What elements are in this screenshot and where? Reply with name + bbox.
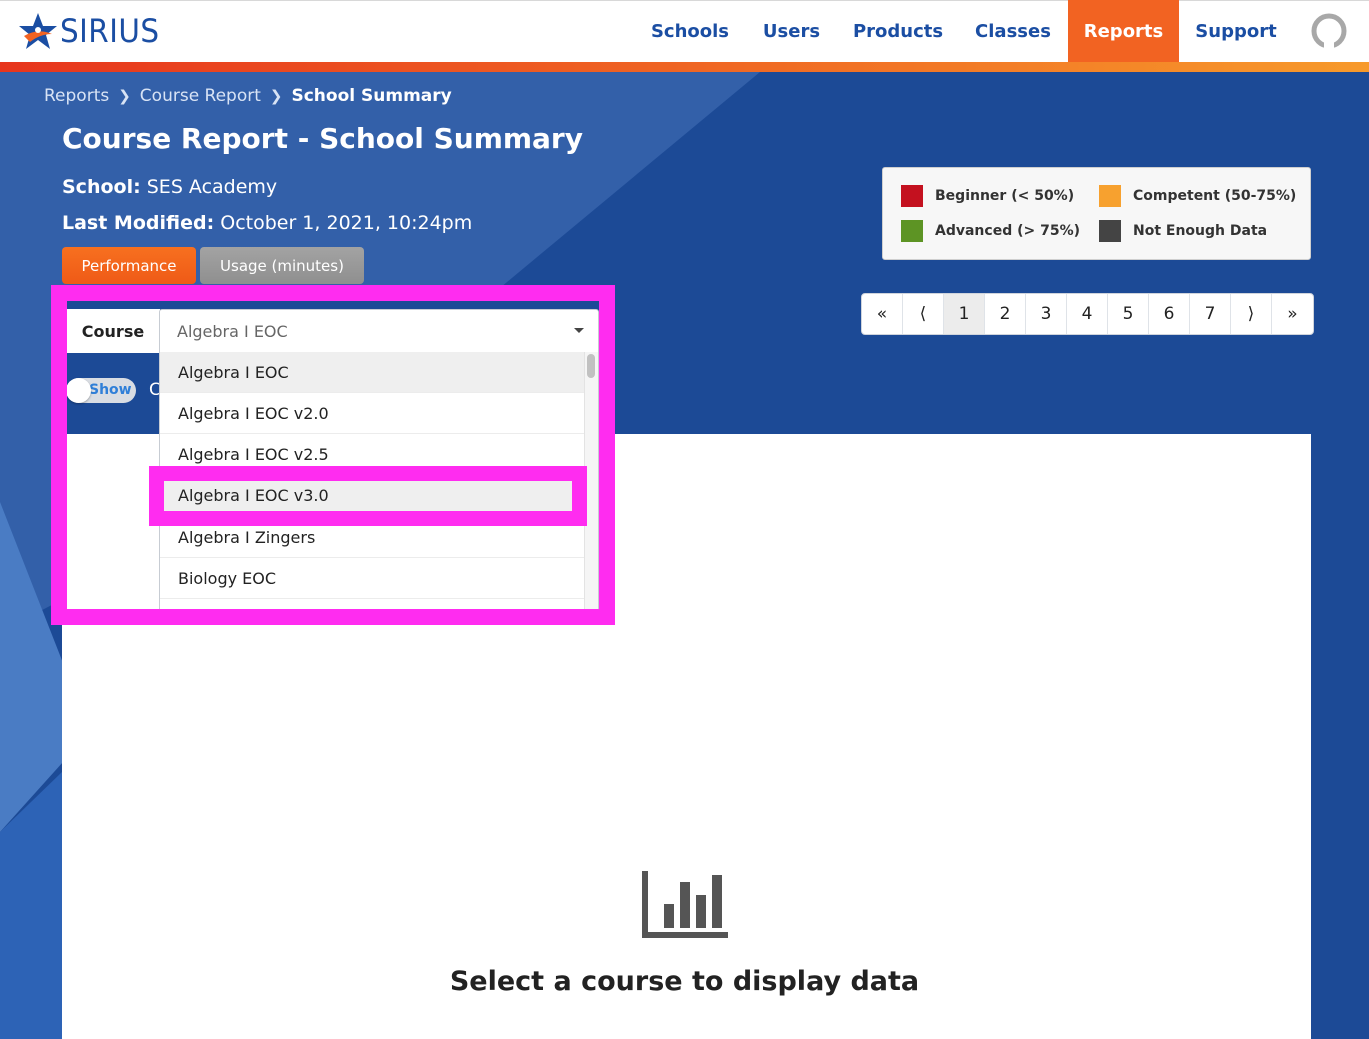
brand-name: SIRIUS [60, 12, 160, 50]
course-select-value: Algebra I EOC [177, 321, 288, 341]
course-dropdown-list: Algebra I EOC Algebra I EOC v2.0 Algebra… [159, 352, 599, 610]
toggle-label: Show [89, 382, 132, 398]
scrollbar-thumb[interactable] [587, 354, 595, 378]
legend-competent: Competent (50-75%) [1099, 185, 1296, 207]
breadcrumb: Reports ❯ Course Report ❯ School Summary [44, 84, 452, 108]
page-5-button[interactable]: 5 [1108, 294, 1149, 334]
last-modified-value: October 1, 2021, 10:24pm [220, 212, 473, 234]
nav-products[interactable]: Products [840, 0, 956, 62]
tab-usage[interactable]: Usage (minutes) [200, 247, 364, 284]
course-option[interactable]: Biology EOC [160, 558, 585, 599]
user-avatar-icon[interactable] [1311, 13, 1347, 49]
breadcrumb-course-report[interactable]: Course Report [140, 86, 261, 106]
show-toggle[interactable]: Show [66, 378, 136, 403]
breadcrumb-reports[interactable]: Reports [44, 86, 109, 106]
page-title: Course Report - School Summary [62, 122, 583, 155]
last-modified-info: Last Modified: October 1, 2021, 10:24pm [62, 212, 472, 234]
bar-chart-icon [642, 871, 728, 938]
course-option[interactable]: Algebra I EOC v2.5 [160, 434, 585, 475]
chevron-right-icon: ❯ [269, 87, 283, 105]
school-value: SES Academy [146, 176, 278, 198]
page-last-button[interactable]: » [1272, 294, 1313, 334]
legend-swatch [1099, 185, 1121, 207]
course-option[interactable]: Algebra I Zingers [160, 517, 585, 558]
dropdown-scrollbar[interactable] [584, 352, 598, 609]
nav-users[interactable]: Users [748, 0, 835, 62]
page-prev-button[interactable]: ⟨ [903, 294, 944, 334]
caret-down-icon [574, 328, 584, 333]
nav-support[interactable]: Support [1181, 0, 1291, 62]
nav-schools[interactable]: Schools [636, 0, 744, 62]
nav-reports[interactable]: Reports [1068, 0, 1179, 62]
page-6-button[interactable]: 6 [1149, 294, 1190, 334]
page-next-button[interactable]: ⟩ [1231, 294, 1272, 334]
toggle-knob [66, 378, 91, 403]
legend-label: Advanced (> 75%) [935, 223, 1080, 239]
course-label: Course [66, 309, 160, 353]
page-4-button[interactable]: 4 [1067, 294, 1108, 334]
school-label: School: [62, 176, 141, 198]
empty-state-message: Select a course to display data [449, 966, 920, 997]
chevron-right-icon: ❯ [118, 87, 131, 105]
nav-classes[interactable]: Classes [960, 0, 1066, 62]
tab-performance[interactable]: Performance [62, 247, 196, 284]
star-logo-icon [19, 13, 57, 49]
legend-swatch [901, 185, 923, 207]
page-3-button[interactable]: 3 [1026, 294, 1067, 334]
course-option[interactable]: Algebra I EOC [160, 352, 585, 393]
legend-advanced: Advanced (> 75%) [901, 220, 1080, 242]
legend-not-enough-data: Not Enough Data [1099, 220, 1267, 242]
page-2-button[interactable]: 2 [985, 294, 1026, 334]
legend-beginner: Beginner (< 50%) [901, 185, 1074, 207]
course-select[interactable]: Algebra I EOC [159, 309, 599, 353]
sirius-logo[interactable]: SIRIUS [18, 12, 168, 50]
course-option-highlighted[interactable]: Algebra I EOC v3.0 [160, 475, 585, 516]
pagination: « ⟨ 1 2 3 4 5 6 7 ⟩ » [861, 293, 1314, 335]
course-option[interactable]: Algebra I EOC v2.0 [160, 393, 585, 434]
header-accent-bar [0, 62, 1369, 72]
legend-swatch [1099, 220, 1121, 242]
legend-swatch [901, 220, 923, 242]
page-1-button[interactable]: 1 [944, 294, 985, 334]
legend-label: Not Enough Data [1133, 223, 1268, 239]
school-info: School: SES Academy [62, 176, 277, 198]
last-modified-label: Last Modified: [62, 212, 215, 234]
legend-label: Competent (50-75%) [1133, 188, 1297, 204]
page-first-button[interactable]: « [862, 294, 903, 334]
legend-label: Beginner (< 50%) [935, 188, 1075, 204]
performance-legend: Beginner (< 50%) Competent (50-75%) Adva… [882, 167, 1311, 260]
breadcrumb-current: School Summary [291, 86, 452, 106]
page-7-button[interactable]: 7 [1190, 294, 1231, 334]
